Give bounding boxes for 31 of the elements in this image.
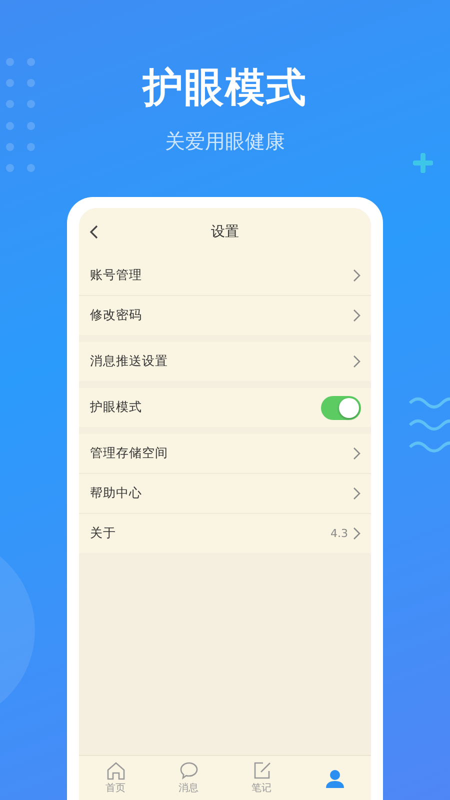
row-label: 修改密码 bbox=[90, 307, 143, 324]
row-label: 管理存储空间 bbox=[90, 445, 169, 462]
back-icon[interactable] bbox=[89, 225, 98, 239]
settings-row[interactable]: 消息推送设置 bbox=[79, 342, 371, 381]
headline: 护眼模式 bbox=[143, 64, 307, 113]
edit-icon bbox=[252, 761, 272, 780]
row-label: 关于 bbox=[90, 525, 117, 542]
chat-bubble-icon bbox=[178, 761, 198, 780]
home-icon bbox=[106, 761, 126, 780]
settings-row[interactable]: 修改密码 bbox=[79, 296, 371, 335]
row-label: 帮助中心 bbox=[90, 485, 143, 502]
row-label: 账号管理 bbox=[90, 267, 143, 284]
settings-row[interactable]: 管理存储空间 bbox=[79, 434, 371, 474]
plus-icon bbox=[413, 153, 433, 173]
settings-row[interactable]: 账号管理 bbox=[79, 256, 371, 296]
toggle-switch[interactable] bbox=[321, 396, 361, 420]
version-text: 4.3 bbox=[330, 527, 348, 540]
person-icon bbox=[324, 768, 344, 788]
settings-row[interactable]: 关于 4.3 bbox=[79, 514, 371, 553]
row-label: 护眼模式 bbox=[90, 399, 143, 416]
settings-row[interactable]: 护眼模式 bbox=[79, 388, 371, 427]
chevron-right-icon bbox=[353, 527, 361, 540]
settings-row[interactable]: 帮助中心 bbox=[79, 474, 371, 514]
subtitle: 关爱用眼健康 bbox=[165, 128, 285, 154]
chevron-right-icon bbox=[353, 447, 361, 460]
chevron-right-icon bbox=[353, 487, 361, 500]
row-label: 消息推送设置 bbox=[90, 353, 169, 370]
chevron-right-icon bbox=[353, 269, 361, 282]
chevron-right-icon bbox=[353, 355, 361, 368]
screen-title: 设置 bbox=[211, 223, 239, 241]
chevron-right-icon bbox=[353, 309, 361, 322]
